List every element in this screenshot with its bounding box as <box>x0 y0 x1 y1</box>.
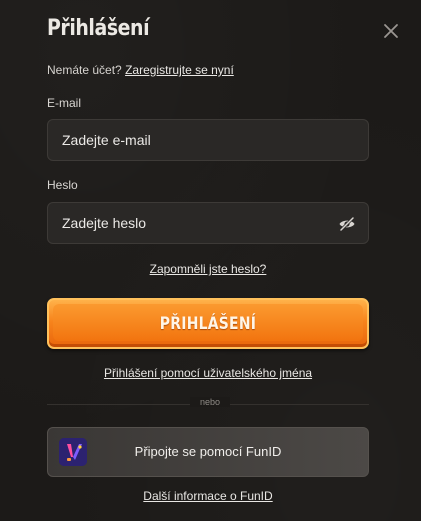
register-prompt: Nemáte účet? Zaregistrujte se nyní <box>47 63 234 77</box>
eye-off-icon[interactable] <box>338 215 356 233</box>
modal-title: Přihlášení <box>47 16 150 41</box>
email-label: E-mail <box>47 96 82 110</box>
username-login-container: Přihlášení pomocí uživatelského jména <box>0 366 416 380</box>
email-field-wrapper <box>47 119 369 161</box>
password-field[interactable] <box>48 203 368 243</box>
password-label: Heslo <box>47 178 78 192</box>
funid-info-link[interactable]: Další informace o FunID <box>143 489 272 503</box>
email-field[interactable] <box>48 120 368 160</box>
password-field-wrapper <box>47 202 369 244</box>
register-link[interactable]: Zaregistrujte se nyní <box>125 63 234 77</box>
login-button-label: PŘIHLÁŠENÍ <box>159 314 257 334</box>
forgot-password-container: Zapomněli jste heslo? <box>0 262 416 276</box>
login-modal: Přihlášení Nemáte účet? Zaregistrujte se… <box>0 0 421 521</box>
close-icon[interactable] <box>382 22 400 40</box>
funid-info-container: Další informace o FunID <box>0 489 416 503</box>
funid-button[interactable]: Připojte se pomocí FunID <box>47 427 369 477</box>
register-question: Nemáte účet? <box>47 63 122 77</box>
divider-text: nebo <box>190 397 230 407</box>
login-button[interactable]: PŘIHLÁŠENÍ <box>47 298 369 349</box>
forgot-password-link[interactable]: Zapomněli jste heslo? <box>150 262 267 276</box>
funid-button-label: Připojte se pomocí FunID <box>134 444 282 459</box>
username-login-link[interactable]: Přihlášení pomocí uživatelského jména <box>104 366 312 380</box>
